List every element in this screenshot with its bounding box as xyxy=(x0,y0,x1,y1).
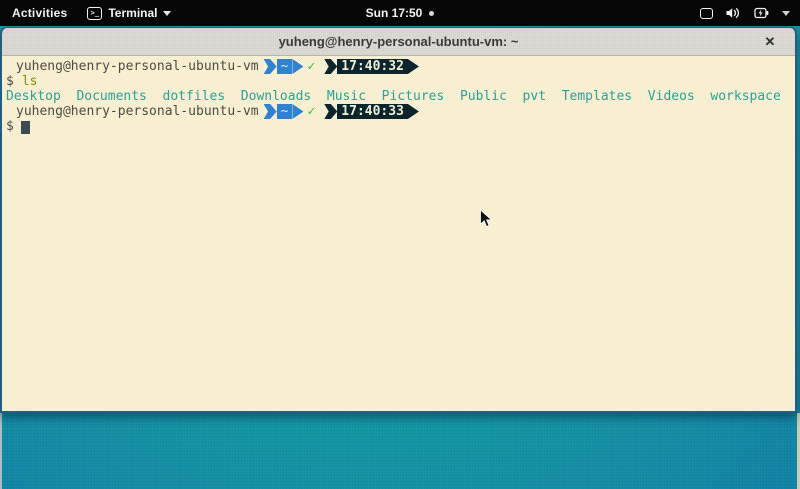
input-line: $ xyxy=(6,119,795,134)
desktop: Activities >_ Terminal Sun 17:50 yuheng@h… xyxy=(0,0,800,489)
powerline-arrow-icon xyxy=(408,59,419,74)
powerline-arrow-icon xyxy=(292,104,303,119)
system-menu-chevron-icon xyxy=(782,11,790,16)
screen-icon xyxy=(700,8,713,19)
battery-charging-icon xyxy=(754,7,769,19)
powerline-arrow-icon xyxy=(408,104,419,119)
prompt-status-check-icon: ✓ xyxy=(307,59,315,74)
volume-icon xyxy=(726,7,741,19)
prompt-symbol: $ xyxy=(6,74,14,89)
close-button[interactable]: ✕ xyxy=(757,28,783,56)
clock-button[interactable]: Sun 17:50 xyxy=(366,6,435,20)
activities-button[interactable]: Activities xyxy=(0,0,79,26)
prompt-symbol: $ xyxy=(6,119,14,134)
terminal-window: yuheng@henry-personal-ubuntu-vm: ~ ✕ yuh… xyxy=(0,27,797,413)
powerline-arrow-icon xyxy=(324,104,337,119)
powerline-arrow-icon xyxy=(292,59,303,74)
window-titlebar[interactable]: yuheng@henry-personal-ubuntu-vm: ~ ✕ xyxy=(2,28,795,56)
window-title: yuheng@henry-personal-ubuntu-vm: ~ xyxy=(279,34,519,49)
ls-output-line: Desktop Documents dotfiles Downloads Mus… xyxy=(6,89,795,104)
app-menu-button[interactable]: >_ Terminal xyxy=(79,0,179,26)
gnome-top-bar: Activities >_ Terminal Sun 17:50 xyxy=(0,0,800,26)
prompt-cwd-segment: ~ xyxy=(277,59,293,74)
prompt-line-2: yuheng@henry-personal-ubuntu-vm ~ ✓ 17:40:3… xyxy=(6,104,795,119)
powerline-arrow-icon xyxy=(324,59,337,74)
terminal-screen[interactable]: yuheng@henry-personal-ubuntu-vm ~ ✓ 17:40:3… xyxy=(2,56,795,411)
prompt-cwd-segment: ~ xyxy=(277,104,293,119)
prompt-user-host: yuheng@henry-personal-ubuntu-vm xyxy=(16,59,259,74)
screen-edge-artifact xyxy=(0,413,2,489)
close-icon: ✕ xyxy=(765,34,776,50)
command-line: $ ls xyxy=(6,74,795,89)
powerline-arrow-icon xyxy=(264,104,277,119)
powerline-arrow-icon xyxy=(264,59,277,74)
activities-label: Activities xyxy=(12,6,67,20)
clock-label: Sun 17:50 xyxy=(366,6,423,20)
notification-dot-icon xyxy=(429,11,434,16)
prompt-time-segment: 17:40:32 xyxy=(337,59,408,74)
chevron-down-icon xyxy=(163,11,171,16)
prompt-status-check-icon: ✓ xyxy=(307,104,315,119)
terminal-app-icon: >_ xyxy=(87,7,102,20)
prompt-line-1: yuheng@henry-personal-ubuntu-vm ~ ✓ 17:40:3… xyxy=(6,59,795,74)
terminal-cursor xyxy=(21,121,30,134)
typed-command: ls xyxy=(22,74,38,89)
prompt-time-segment: 17:40:33 xyxy=(337,104,408,119)
prompt-user-host: yuheng@henry-personal-ubuntu-vm xyxy=(16,104,259,119)
system-status-menu[interactable] xyxy=(700,0,800,26)
app-menu-label: Terminal xyxy=(108,6,157,20)
